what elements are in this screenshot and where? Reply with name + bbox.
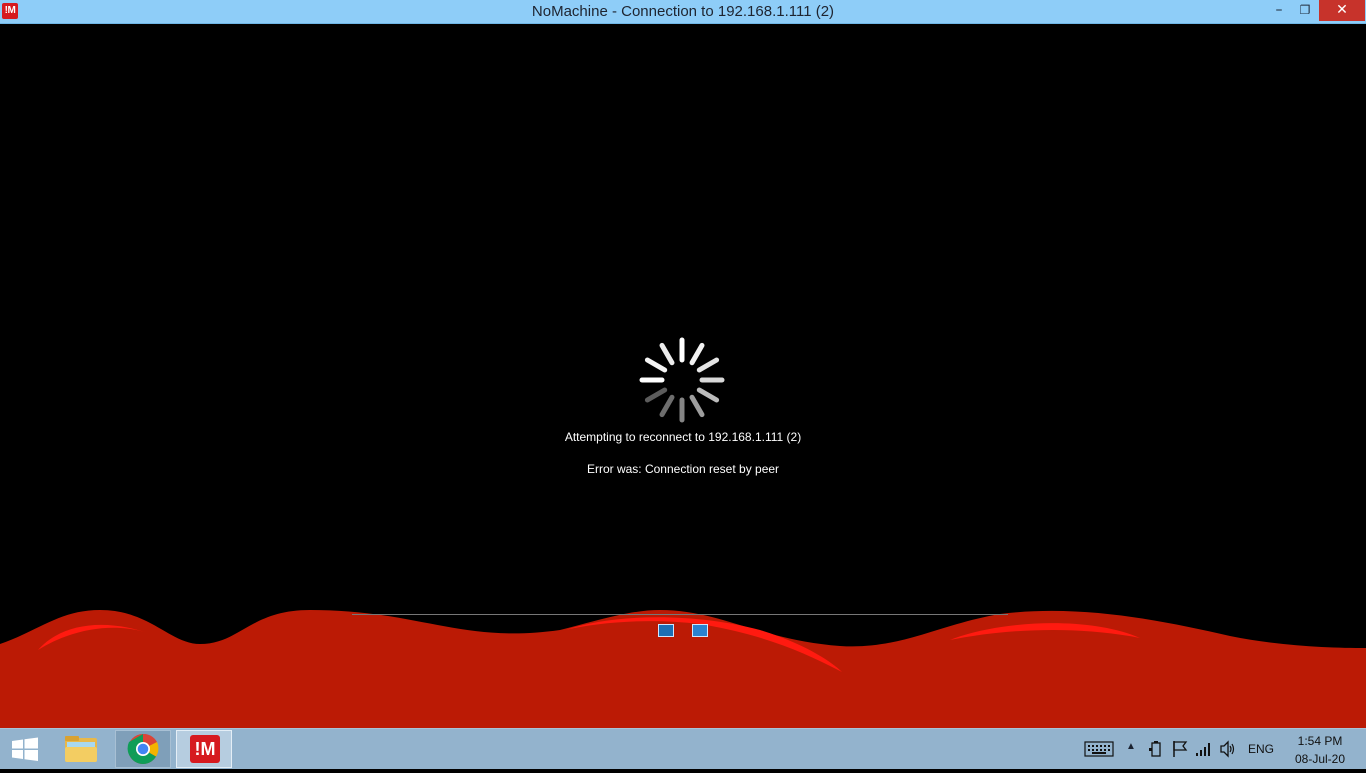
close-button[interactable]: ✕ [1319, 0, 1365, 21]
fit-display-icon[interactable] [692, 624, 708, 637]
file-explorer-taskbar-button[interactable] [53, 730, 109, 768]
session-toolbar-divider [352, 614, 1008, 615]
error-message-text: Error was: Connection reset by peer [586, 462, 780, 476]
minimize-button[interactable]: – [1266, 0, 1292, 21]
chrome-icon [127, 733, 159, 765]
nomachine-icon: !M [190, 735, 220, 763]
folder-icon [65, 736, 97, 762]
power-icon[interactable] [1148, 740, 1164, 758]
nomachine-taskbar-button[interactable]: !M [176, 730, 232, 768]
show-hidden-icons-icon[interactable]: ▲ [1126, 741, 1136, 752]
volume-icon[interactable] [1219, 740, 1237, 758]
remote-session-view[interactable]: Attempting to reconnect to 192.168.1.111… [0, 24, 1366, 728]
action-center-flag-icon[interactable] [1172, 740, 1188, 758]
fullscreen-icon[interactable] [658, 624, 674, 637]
start-button[interactable] [0, 730, 50, 768]
network-signal-icon[interactable] [1195, 741, 1213, 757]
clock-date[interactable]: 08-Jul-20 [1290, 752, 1350, 766]
taskbar: !M ▲ ENG 1:54 PM 08-Jul-20 [0, 728, 1366, 769]
title-bar[interactable]: !M NoMachine - Connection to 192.168.1.1… [0, 0, 1366, 24]
reconnect-status-text: Attempting to reconnect to 192.168.1.111… [564, 430, 802, 444]
loading-spinner-icon [639, 337, 725, 423]
keyboard-icon[interactable] [1084, 740, 1114, 758]
restore-button[interactable]: ❐ [1292, 0, 1318, 21]
windows-logo-icon [12, 737, 38, 761]
clock-time[interactable]: 1:54 PM [1290, 734, 1350, 748]
input-language-indicator[interactable]: ENG [1248, 742, 1274, 756]
nomachine-wave-background [0, 610, 1366, 728]
window-title: NoMachine - Connection to 192.168.1.111 … [531, 3, 835, 20]
chrome-taskbar-button[interactable] [115, 730, 171, 768]
